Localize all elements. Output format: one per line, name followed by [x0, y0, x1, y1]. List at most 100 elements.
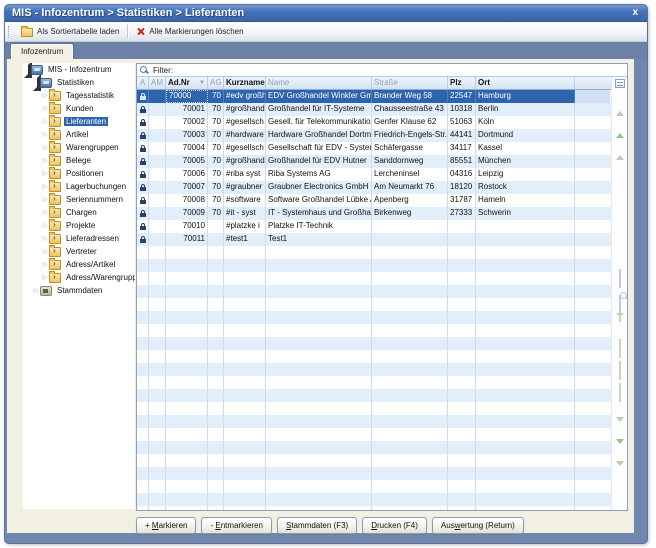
- tree-item-stammdaten[interactable]: ▷Stammdaten: [23, 284, 135, 297]
- cell-name[interactable]: Gesell. für Telekommunikation: [266, 116, 372, 129]
- expand-arrow-icon[interactable]: ▷: [41, 210, 49, 216]
- cell-sel[interactable]: [575, 129, 610, 142]
- stammdaten-f3-button[interactable]: Stammdaten (F3): [277, 517, 357, 534]
- tree-item-adress-warengruppen[interactable]: ▷Adress/Warengruppen: [23, 271, 135, 284]
- cell-adnr[interactable]: 70010: [166, 220, 208, 233]
- cell-ort[interactable]: Hameln: [476, 194, 575, 207]
- expand-arrow-icon[interactable]: ▷: [41, 223, 49, 229]
- cell-am[interactable]: [149, 116, 166, 129]
- cell-ort[interactable]: München: [476, 155, 575, 168]
- tree-item-mis-infozentrum[interactable]: MIS - Infozentrum: [23, 63, 135, 76]
- column-header-name[interactable]: Name: [266, 77, 372, 89]
- card-view-icon[interactable]: [619, 270, 621, 288]
- cell-kurzname[interactable]: #großhande: [224, 155, 266, 168]
- save-layout-icon[interactable]: [619, 296, 621, 314]
- cell-am[interactable]: [149, 90, 166, 103]
- cell-a[interactable]: [137, 233, 149, 246]
- cell-a[interactable]: [137, 194, 149, 207]
- column-chooser-icon[interactable]: [615, 79, 625, 88]
- cell-sel[interactable]: [575, 155, 610, 168]
- cell-sel[interactable]: [575, 207, 610, 220]
- view-option-icon-1[interactable]: [619, 340, 621, 358]
- table-row[interactable]: 70010#platzke iPlatzke IT-Technik: [137, 220, 611, 233]
- cell-a[interactable]: [137, 129, 149, 142]
- tree-item-statistiken[interactable]: Statistiken: [23, 76, 135, 89]
- cell-adnr[interactable]: 70002: [166, 116, 208, 129]
- cell-ort[interactable]: Rostock: [476, 181, 575, 194]
- cell-ag[interactable]: 70: [208, 194, 224, 207]
- cell-kurzname[interactable]: #gesellsch: [224, 142, 266, 155]
- cell-ort[interactable]: Schwerin: [476, 207, 575, 220]
- column-header-strasse[interactable]: Straße: [372, 77, 448, 89]
- cell-ag[interactable]: 70: [208, 103, 224, 116]
- cell-plz[interactable]: 27333: [448, 207, 476, 220]
- cell-am[interactable]: [149, 181, 166, 194]
- cell-ag[interactable]: 70: [208, 90, 224, 103]
- expand-arrow-icon[interactable]: ▷: [41, 197, 49, 203]
- cell-a[interactable]: [137, 168, 149, 181]
- expand-arrow-icon[interactable]: ▷: [41, 236, 49, 242]
- cell-strasse[interactable]: Lercheninsel: [372, 168, 448, 181]
- tree-item-chargen[interactable]: ▷Chargen: [23, 206, 135, 219]
- cell-kurzname[interactable]: #platzke i: [224, 220, 266, 233]
- cell-a[interactable]: [137, 155, 149, 168]
- table-row[interactable]: 7000170#großhandeGroßhandel für IT-Syste…: [137, 103, 611, 116]
- markieren-button[interactable]: + Markieren: [136, 517, 196, 534]
- cell-adnr[interactable]: 70000: [166, 90, 208, 103]
- table-row[interactable]: 70011#test1Test1: [137, 233, 611, 246]
- expand-arrow-icon[interactable]: ▷: [41, 119, 49, 125]
- cell-a[interactable]: [137, 116, 149, 129]
- cell-adnr[interactable]: 70001: [166, 103, 208, 116]
- cell-kurzname[interactable]: #hardware: [224, 129, 266, 142]
- expand-arrow-icon[interactable]: ▷: [41, 171, 49, 177]
- cell-adnr[interactable]: 70005: [166, 155, 208, 168]
- cell-plz[interactable]: 51063: [448, 116, 476, 129]
- collapse-arrow-icon[interactable]: [23, 65, 31, 74]
- table-row[interactable]: 7000470#gesellschGesellschaft für EDV - …: [137, 142, 611, 155]
- column-header-kurzname[interactable]: Kurzname: [224, 77, 266, 89]
- cell-plz[interactable]: 44141: [448, 129, 476, 142]
- table-row[interactable]: 7000870#softwareSoftware Großhandel Lübk…: [137, 194, 611, 207]
- tab-infozentrum[interactable]: Infozentrum: [11, 44, 73, 59]
- cell-am[interactable]: [149, 207, 166, 220]
- expand-arrow-icon[interactable]: ▷: [41, 262, 49, 268]
- cell-a[interactable]: [137, 142, 149, 155]
- cell-adnr[interactable]: 70008: [166, 194, 208, 207]
- cell-ag[interactable]: 70: [208, 142, 224, 155]
- table-row[interactable]: 7000570#großhandeGroßhandel für EDV Hutn…: [137, 155, 611, 168]
- expand-arrow-icon[interactable]: ▷: [41, 275, 49, 281]
- page-down-button[interactable]: [616, 422, 624, 440]
- cell-plz[interactable]: [448, 220, 476, 233]
- scroll-to-top-button[interactable]: [616, 94, 624, 112]
- table-row[interactable]: 7000970#it - systIT - Systemhaus und Gro…: [137, 207, 611, 220]
- cell-adnr[interactable]: 70006: [166, 168, 208, 181]
- table-row[interactable]: 7000670#riba systRiba Systems AGLercheni…: [137, 168, 611, 181]
- collapse-arrow-icon[interactable]: [32, 78, 40, 87]
- cell-ag[interactable]: 70: [208, 181, 224, 194]
- expand-arrow-icon[interactable]: ▷: [41, 145, 49, 151]
- close-button[interactable]: x: [630, 8, 640, 18]
- expand-arrow-icon[interactable]: ▷: [41, 249, 49, 255]
- cell-am[interactable]: [149, 233, 166, 246]
- tree-item-lieferanten[interactable]: ▷Lieferanten: [23, 115, 135, 128]
- table-row[interactable]: 7000370#hardwareHardware Großhandel Dort…: [137, 129, 611, 142]
- cell-name[interactable]: EDV Großhandel Winkler GmbH: [266, 90, 372, 103]
- clear-marks-button[interactable]: Alle Markierungen löschen: [130, 23, 249, 41]
- expand-arrow-icon[interactable]: ▷: [41, 106, 49, 112]
- tree-item-vertreter[interactable]: ▷Vertreter: [23, 245, 135, 258]
- cell-plz[interactable]: 10318: [448, 103, 476, 116]
- cell-plz[interactable]: 31787: [448, 194, 476, 207]
- toolbar-grip[interactable]: [8, 26, 11, 38]
- cell-a[interactable]: [137, 181, 149, 194]
- cell-ag[interactable]: 70: [208, 207, 224, 220]
- cell-kurzname[interactable]: #it - syst: [224, 207, 266, 220]
- tree-item-warengruppen[interactable]: ▷Warengruppen: [23, 141, 135, 154]
- column-header-sel[interactable]: [575, 77, 610, 89]
- move-up-button[interactable]: [616, 116, 624, 134]
- cell-strasse[interactable]: Friedrich-Engels-Str.: [372, 129, 448, 142]
- cell-ort[interactable]: Leipzig: [476, 168, 575, 181]
- page-up-button[interactable]: [616, 138, 624, 156]
- cell-ag[interactable]: 70: [208, 168, 224, 181]
- view-option-icon-3[interactable]: [619, 384, 621, 402]
- cell-plz[interactable]: 22547: [448, 90, 476, 103]
